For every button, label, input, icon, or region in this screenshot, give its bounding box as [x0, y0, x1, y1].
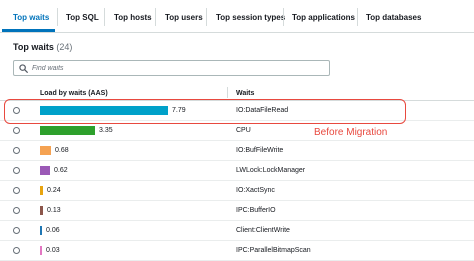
- tab-divider: [104, 8, 105, 26]
- tab-divider: [206, 8, 207, 26]
- search-icon: [19, 64, 28, 73]
- load-bar: [40, 206, 43, 215]
- load-value: 0.68: [55, 147, 69, 154]
- table-row[interactable]: 0.24 IO:XactSync: [0, 181, 474, 201]
- load-bar: [40, 246, 42, 255]
- tab-bar: Top waits Top SQL Top hosts Top users To…: [0, 0, 474, 33]
- wait-name: IO:XactSync: [236, 187, 275, 194]
- tab-divider: [357, 8, 358, 26]
- wait-name: IPC:ParallelBitmapScan: [236, 247, 311, 254]
- load-value: 0.62: [54, 167, 68, 174]
- load-value: 3.35: [99, 127, 113, 134]
- load-value: 0.03: [46, 247, 60, 254]
- page-title: Top waits: [13, 42, 54, 52]
- table-row[interactable]: 3.35 CPU: [0, 121, 474, 141]
- wait-name: IO:BufFileWrite: [236, 147, 284, 154]
- row-select-radio[interactable]: [13, 247, 20, 254]
- table-row[interactable]: 0.62 LWLock:LockManager: [0, 161, 474, 181]
- table-row[interactable]: 0.68 IO:BufFileWrite: [0, 141, 474, 161]
- table-row[interactable]: 0.13 IPC:BufferIO: [0, 201, 474, 221]
- wait-name: Client:ClientWrite: [236, 227, 290, 234]
- tab-top-session-types[interactable]: Top session types: [216, 11, 285, 25]
- load-bar: [40, 186, 43, 195]
- tab-top-sql[interactable]: Top SQL: [66, 11, 99, 25]
- wait-name: IPC:BufferIO: [236, 207, 276, 214]
- tab-divider: [155, 8, 156, 26]
- row-select-radio[interactable]: [13, 187, 20, 194]
- load-bar: [40, 126, 95, 135]
- load-value: 0.06: [46, 227, 60, 234]
- tab-top-users[interactable]: Top users: [165, 11, 203, 25]
- row-select-radio[interactable]: [13, 227, 20, 234]
- load-bar: [40, 226, 42, 235]
- search-box[interactable]: [13, 60, 330, 76]
- column-divider: [227, 87, 228, 98]
- tab-divider: [283, 8, 284, 26]
- wait-name: CPU: [236, 127, 251, 134]
- table-row[interactable]: 0.06 Client:ClientWrite: [0, 221, 474, 241]
- load-value: 0.24: [47, 187, 61, 194]
- row-select-radio[interactable]: [13, 207, 20, 214]
- tab-top-applications[interactable]: Top applications: [292, 11, 355, 25]
- wait-name: LWLock:LockManager: [236, 167, 306, 174]
- wait-count: (24): [56, 42, 73, 52]
- tab-divider: [57, 8, 58, 26]
- tab-top-waits[interactable]: Top waits: [13, 11, 49, 25]
- tab-top-hosts[interactable]: Top hosts: [114, 11, 152, 25]
- section-title: Top waits (24): [13, 40, 72, 54]
- annotation-label: Before Migration: [314, 127, 388, 138]
- column-header-load[interactable]: Load by waits (AAS): [40, 88, 108, 99]
- table-row[interactable]: 0.03 IPC:ParallelBitmapScan: [0, 241, 474, 261]
- load-bar: [40, 166, 50, 175]
- row-select-radio[interactable]: [13, 167, 20, 174]
- highlight-annotation-box: [4, 99, 406, 124]
- search-input[interactable]: [32, 62, 322, 74]
- row-select-radio[interactable]: [13, 127, 20, 134]
- column-header-waits[interactable]: Waits: [236, 88, 254, 99]
- load-bar: [40, 146, 51, 155]
- tab-top-databases[interactable]: Top databases: [366, 11, 421, 25]
- active-tab-indicator: [2, 29, 55, 32]
- load-value: 0.13: [47, 207, 61, 214]
- row-select-radio[interactable]: [13, 147, 20, 154]
